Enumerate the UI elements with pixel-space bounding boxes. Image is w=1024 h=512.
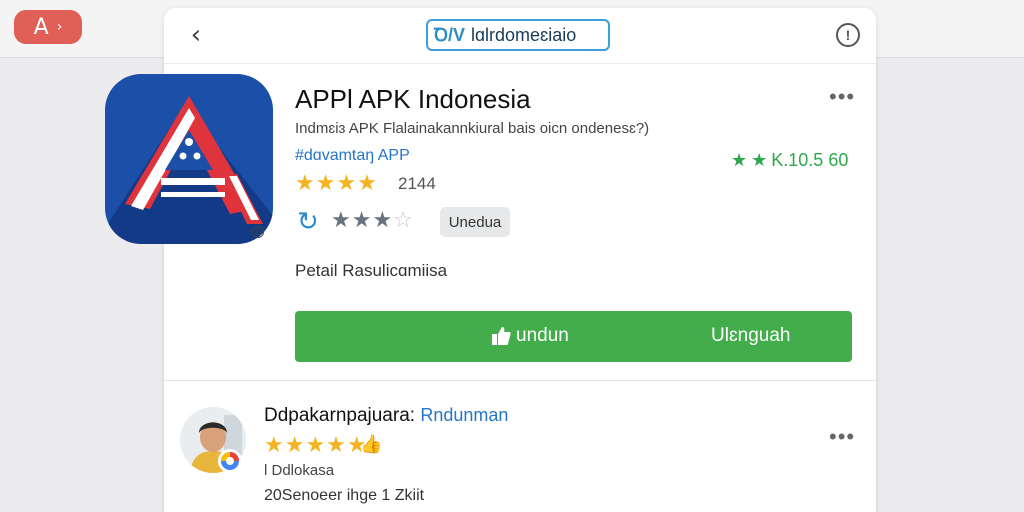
- refresh-icon[interactable]: ↻: [297, 207, 319, 237]
- app-subtitle: Indmɛiɜ APK Flalainakannkiural bais oicn…: [295, 120, 650, 137]
- app-logo-badge[interactable]: A ›: [14, 10, 82, 44]
- review-more-icon[interactable]: •••: [829, 424, 855, 450]
- top-bar: ‹ Ꝺ/V lɑlrdomeɛiaio !: [164, 8, 876, 64]
- thumbs-up-icon: [492, 327, 511, 345]
- thumbs-up-small-icon[interactable]: 👍: [360, 434, 382, 455]
- rating-summary: ★ ★ K.10.5 60: [731, 150, 848, 171]
- download-button[interactable]: undun Ulɛnguah: [295, 311, 852, 362]
- star-icon: ★: [751, 150, 768, 170]
- star-icon: ★: [731, 150, 748, 170]
- address-text: lɑlrdomeɛiaio: [471, 24, 577, 45]
- app-hashtag[interactable]: #dɑvamtaŋ APP: [295, 147, 410, 165]
- details-link[interactable]: Petail Rasulicɑmiisa: [295, 261, 447, 281]
- address-bar[interactable]: Ꝺ/V lɑlrdomeɛiaio: [426, 19, 610, 51]
- badge-icon: ©: [252, 226, 264, 238]
- app-icon: [105, 74, 273, 244]
- review-date: 20Senoeer ihge 1 Zkiit: [264, 487, 425, 504]
- rating-count: 2144: [398, 174, 436, 193]
- unedua-chip[interactable]: Unedua: [440, 207, 510, 237]
- app-title: APPl APK Indonesia: [295, 84, 531, 114]
- reviewer-name: Ddpakarnpajuara: Rndunman: [264, 405, 508, 427]
- review-star-rating: ★★★★★: [264, 432, 368, 457]
- reviewer-name-text: Ddpakarnpajuara:: [264, 405, 416, 426]
- chevron-right-icon: ›: [56, 19, 63, 35]
- section-divider: [164, 380, 876, 381]
- logo-letter: A: [33, 14, 49, 40]
- back-button[interactable]: ‹: [184, 22, 208, 48]
- google-icon: [221, 452, 239, 470]
- more-options-icon[interactable]: •••: [829, 84, 855, 110]
- star-empty: ☆: [393, 207, 414, 232]
- rating-value: K.10.5 60: [771, 150, 849, 170]
- star-rating: ★★★★: [295, 170, 378, 195]
- download-left: undun: [490, 325, 569, 347]
- info-icon[interactable]: !: [836, 23, 860, 47]
- user-star-rating[interactable]: ★★★☆: [331, 207, 414, 233]
- stars-filled: ★★★: [331, 207, 394, 232]
- site-icon: Ꝺ/V: [434, 25, 465, 45]
- reviewer-tag[interactable]: Rndunman: [420, 405, 508, 425]
- triangle-logo-icon: [105, 96, 273, 244]
- download-label: undun: [516, 325, 569, 346]
- google-badge-icon: [218, 449, 242, 473]
- review-location: l Ddlokasa: [264, 462, 335, 479]
- update-label: Ulɛnguah: [711, 325, 791, 346]
